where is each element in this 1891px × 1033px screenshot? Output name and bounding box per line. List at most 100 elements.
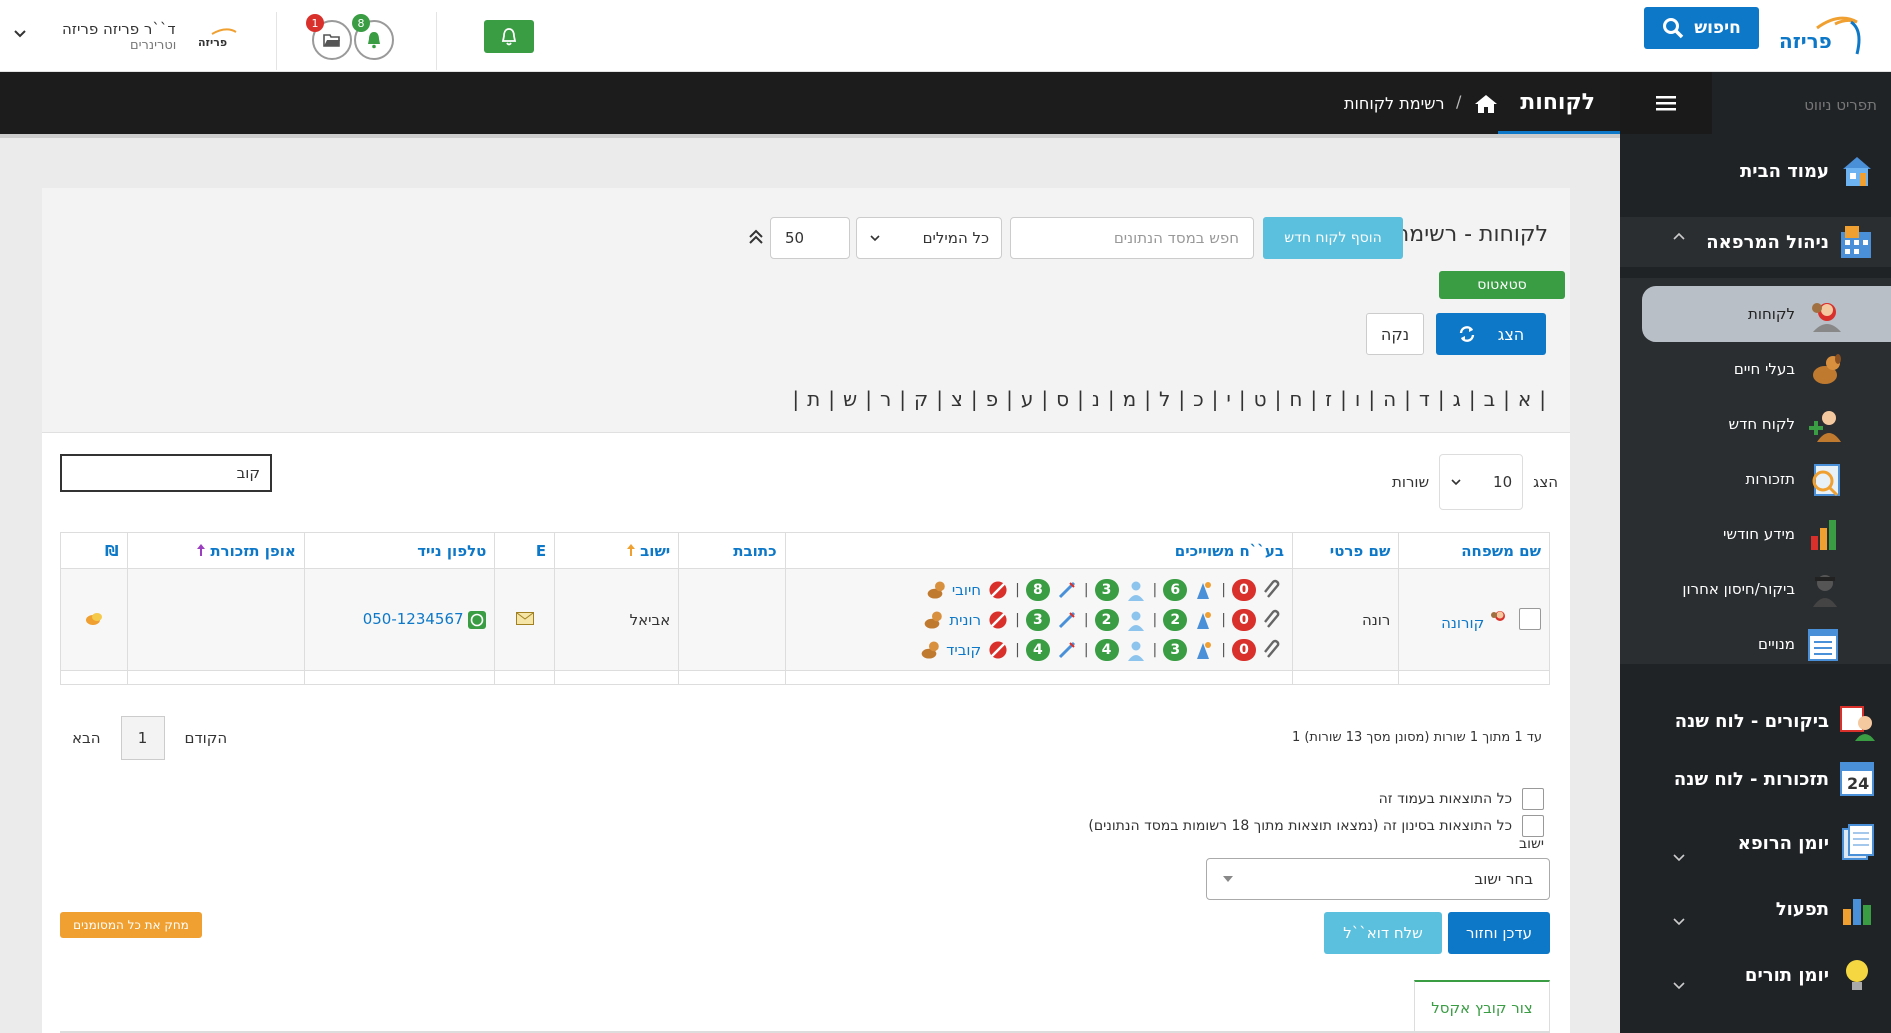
alphabet-letter[interactable]: פ xyxy=(978,387,1007,411)
chevron-down-icon[interactable] xyxy=(1672,850,1686,864)
words-select[interactable]: כל המילים xyxy=(856,217,1002,259)
send-email-button[interactable]: שלח דוא``ל xyxy=(1324,912,1442,954)
alphabet-letter[interactable]: נ xyxy=(1084,387,1108,411)
show-button[interactable]: הצג xyxy=(1436,313,1546,355)
search-button[interactable]: חיפוש xyxy=(1644,7,1759,49)
row-checkbox[interactable] xyxy=(1519,607,1541,630)
pet-icon[interactable] xyxy=(921,609,943,631)
col-reminder-method[interactable]: אופן תזכורת xyxy=(126,532,305,569)
add-customer-button[interactable]: הוסף לקוח חדש xyxy=(1263,217,1403,259)
vet-icon[interactable] xyxy=(1125,609,1147,631)
vet-icon[interactable] xyxy=(1125,639,1147,661)
delete-selected-button[interactable]: מחק את כל המסומנים xyxy=(60,912,202,938)
select-all-filter-checkbox[interactable] xyxy=(1522,815,1544,837)
alphabet-letter[interactable]: א xyxy=(1510,387,1539,411)
alerts-button[interactable] xyxy=(484,20,534,53)
col-mobile[interactable]: טלפון נייד xyxy=(303,532,496,569)
vet-icon[interactable] xyxy=(1125,579,1147,601)
col-first-name[interactable]: שם פרטי xyxy=(1291,532,1400,569)
count-badge[interactable]: 4 xyxy=(1025,638,1050,661)
col-city[interactable]: ישוב xyxy=(554,532,680,569)
sidebar-item-operations[interactable]: תפעול xyxy=(1776,884,1877,934)
count-badge[interactable]: 4 xyxy=(1094,638,1119,661)
database-search-input[interactable]: חפש במסד הנתונים xyxy=(1010,217,1254,259)
alphabet-letter[interactable]: ט xyxy=(1246,387,1275,411)
menu-toggle-button[interactable] xyxy=(1620,72,1712,134)
block-icon[interactable] xyxy=(987,579,1009,601)
count-badge[interactable]: 3 xyxy=(1163,638,1188,661)
page-length-select[interactable]: 10 xyxy=(1439,454,1524,510)
syringe-icon[interactable] xyxy=(1056,639,1078,661)
last-name-link[interactable]: קורונה xyxy=(1441,614,1484,632)
sidebar-item-customers[interactable]: לקוחות xyxy=(1748,291,1845,337)
alphabet-letter[interactable]: ל xyxy=(1151,387,1178,411)
select-all-page-checkbox[interactable] xyxy=(1522,788,1544,810)
alphabet-letter[interactable]: ח xyxy=(1281,387,1310,411)
coins-icon[interactable] xyxy=(84,610,104,626)
pet-icon[interactable] xyxy=(918,639,940,661)
alphabet-letter[interactable]: ע xyxy=(1013,387,1042,411)
block-icon[interactable] xyxy=(987,609,1009,631)
next-page-button[interactable]: הבא xyxy=(72,729,101,747)
sidebar-item-home[interactable]: עמוד הבית xyxy=(1740,146,1877,196)
count-badge[interactable]: 3 xyxy=(1025,608,1050,631)
brand-logo[interactable]: פריזה xyxy=(1777,10,1863,60)
paperclip-icon[interactable] xyxy=(1262,609,1284,631)
status-button[interactable]: סטאטוס xyxy=(1439,271,1565,299)
block-icon[interactable] xyxy=(987,639,1009,661)
col-animals[interactable]: בע``ח משוייכים xyxy=(784,532,1293,569)
sidebar-item-reminders[interactable]: תזכורות xyxy=(1746,456,1845,502)
col-address[interactable]: כתובת xyxy=(678,532,786,569)
update-and-return-button[interactable]: עדכן וחזור xyxy=(1448,912,1550,954)
alphabet-letter[interactable]: ב xyxy=(1476,387,1504,411)
chevron-up-icon[interactable] xyxy=(1672,230,1686,244)
chevron-down-icon[interactable] xyxy=(1672,978,1686,992)
files-button[interactable]: 1 xyxy=(306,14,352,60)
alphabet-letter[interactable]: ז xyxy=(1317,387,1340,411)
col-balance[interactable]: ₪ xyxy=(60,532,128,569)
sidebar-item-monthly-info[interactable]: מידע חודשי xyxy=(1723,511,1845,557)
count-badge[interactable]: 6 xyxy=(1163,578,1188,601)
sidebar-item-clinic[interactable]: ניהול המרפאה xyxy=(1620,217,1891,267)
col-email[interactable]: E xyxy=(494,532,556,569)
animal-name-link[interactable]: חיובי xyxy=(952,581,981,599)
lab-icon[interactable] xyxy=(1193,639,1215,661)
col-last-name[interactable]: שם משפחה xyxy=(1398,532,1550,569)
animal-name-link[interactable]: קוביד xyxy=(946,641,981,659)
email-cell[interactable] xyxy=(494,568,556,671)
count-badge[interactable]: 0 xyxy=(1231,608,1256,631)
animal-name-link[interactable]: רונית xyxy=(949,611,981,629)
alphabet-letter[interactable]: ת xyxy=(799,387,828,411)
alphabet-letter[interactable]: ד xyxy=(1411,387,1438,411)
chevron-down-icon[interactable] xyxy=(12,26,28,42)
pet-icon[interactable] xyxy=(924,579,946,601)
alphabet-letter[interactable]: ש xyxy=(835,387,865,411)
count-badge[interactable]: 2 xyxy=(1094,608,1119,631)
sidebar-item-visits-calendar[interactable]: ביקורים - לוח שנה xyxy=(1675,696,1877,746)
select-all-filter[interactable]: כל התוצאות בסינון זה (נמצאו תוצאות מתוך … xyxy=(1088,815,1544,837)
count-badge[interactable]: 3 xyxy=(1094,578,1119,601)
paperclip-icon[interactable] xyxy=(1262,639,1284,661)
limit-input[interactable]: 50 xyxy=(770,217,850,259)
paperclip-icon[interactable] xyxy=(1262,579,1284,601)
collapse-icon[interactable] xyxy=(748,228,764,246)
notifications-button[interactable]: 8 xyxy=(352,14,394,60)
chevron-down-icon[interactable] xyxy=(1672,914,1686,928)
page-number-button[interactable]: 1 xyxy=(120,716,165,760)
alphabet-letter[interactable]: ו xyxy=(1347,387,1368,411)
lab-icon[interactable] xyxy=(1193,609,1215,631)
syringe-icon[interactable] xyxy=(1056,579,1078,601)
table-row[interactable]: קורונה רונה | 8 | 3 | 6 | 0 חיובי | 3 | 2 | 2 | 0 רונית | 4… xyxy=(60,568,1550,671)
envelope-icon[interactable] xyxy=(515,611,534,625)
create-excel-tab[interactable]: צור קובץ אקסל xyxy=(1414,980,1550,1033)
alphabet-letter[interactable]: מ xyxy=(1115,387,1145,411)
alphabet-letter[interactable]: ר xyxy=(872,387,899,411)
alphabet-letter[interactable]: ג xyxy=(1445,387,1469,411)
alphabet-letter[interactable]: ה xyxy=(1375,387,1404,411)
home-icon[interactable] xyxy=(1474,94,1498,114)
sidebar-item-last-visit[interactable]: ביקור/חיסון אחרון xyxy=(1682,566,1845,612)
alphabet-letter[interactable]: צ xyxy=(943,387,971,411)
count-badge[interactable]: 0 xyxy=(1231,638,1256,661)
clear-button[interactable]: נקה xyxy=(1366,313,1424,355)
whatsapp-icon[interactable] xyxy=(468,610,487,629)
